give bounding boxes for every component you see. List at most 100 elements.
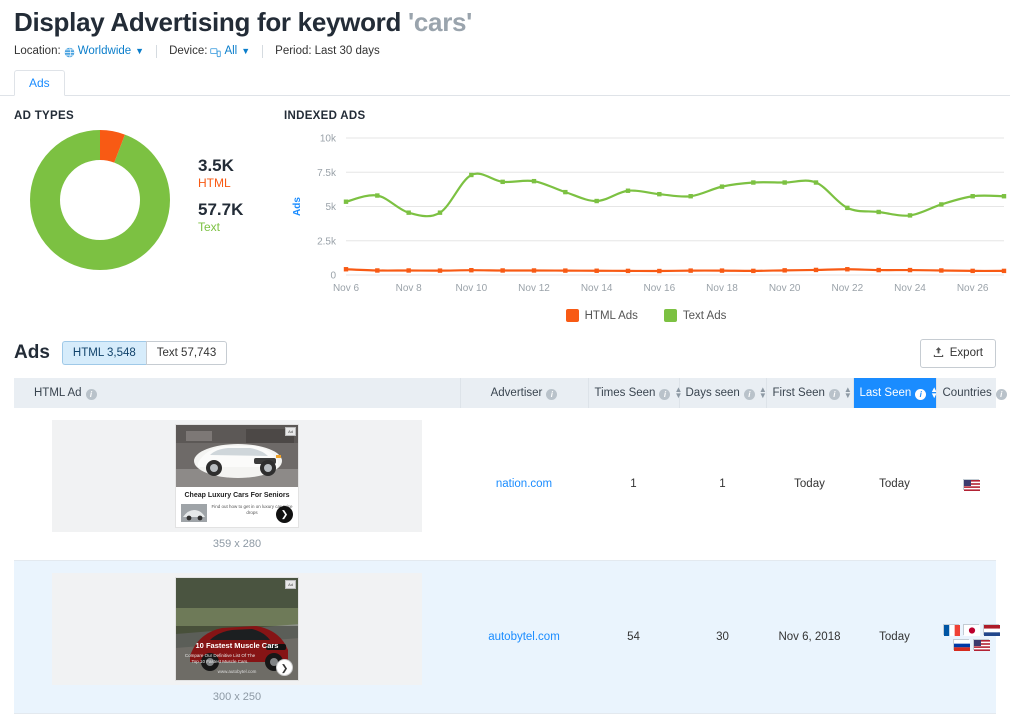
line-chart-svg: 02.5k5k7.5k10kAdsNov 6Nov 8Nov 10Nov 12N…: [284, 130, 1008, 305]
chevron-right-icon[interactable]: ❯: [276, 506, 293, 523]
info-icon[interactable]: i: [829, 389, 840, 400]
chart-legend: HTML Ads Text Ads: [284, 309, 1008, 322]
chevron-right-icon[interactable]: ❯: [276, 659, 293, 676]
flag-us-icon: [963, 479, 979, 490]
days-seen-cell: 30: [679, 561, 766, 714]
advertiser-link[interactable]: nation.com: [496, 478, 552, 490]
page-header: Display Advertising for keyword 'cars' L…: [0, 0, 1010, 59]
ad-preview-panel: Ad Cheap Luxury Cars For Seniors Find ou…: [52, 420, 422, 532]
page-title: Display Advertising for keyword 'cars': [14, 6, 996, 38]
advertiser-link[interactable]: autobytel.com: [488, 631, 560, 643]
device-value[interactable]: All: [224, 45, 237, 57]
ad-creative[interactable]: Ad Cheap Luxury Cars For Seniors Find ou…: [175, 424, 299, 528]
indexed-ads-panel: INDEXED ADS 02.5k5k7.5k10kAdsNov 6Nov 8N…: [272, 110, 1008, 322]
svg-text:Nov 26: Nov 26: [957, 283, 989, 294]
chevron-down-icon: ▼: [241, 46, 250, 56]
filters-bar: Location: Worldwide ▼ Device: All ▼ Peri…: [14, 43, 996, 59]
svg-text:Nov 8: Nov 8: [396, 283, 423, 294]
table-row[interactable]: Ad 10 Fastest Muscle Cars Compare Our De…: [14, 561, 996, 714]
ad-thumbnail: [181, 504, 207, 522]
toggle-text-ads[interactable]: Text 57,743: [146, 341, 227, 365]
flag-fr-icon: [943, 624, 959, 635]
svg-text:Nov 20: Nov 20: [769, 283, 801, 294]
export-button[interactable]: Export: [920, 339, 996, 368]
ad-type-toggle-group: HTML 3,548 Text 57,743: [62, 341, 227, 365]
svg-text:Ads: Ads: [292, 197, 303, 216]
period-value: Last 30 days: [315, 45, 380, 57]
ads-toolbar: Ads HTML 3,548 Text 57,743 Export: [0, 338, 1010, 368]
ad-creative[interactable]: Ad 10 Fastest Muscle Cars Compare Our De…: [175, 577, 299, 681]
sort-icon[interactable]: ▲▼: [930, 387, 938, 399]
column-label: Times Seen: [595, 387, 656, 399]
info-icon[interactable]: i: [744, 389, 755, 400]
device-filter[interactable]: Device: All ▼: [169, 45, 250, 57]
toggle-html-ads[interactable]: HTML 3,548: [62, 341, 146, 365]
ad-headline: Cheap Luxury Cars For Seniors: [181, 491, 293, 500]
tab-ads[interactable]: Ads: [14, 70, 65, 96]
column-header-days-seen[interactable]: Days seen i ▲▼: [679, 378, 766, 408]
flag-jp-icon: [963, 624, 979, 635]
ad-types-panel: AD TYPES 3.5K HTML 57.7K Text: [14, 110, 272, 322]
column-label: Days seen: [686, 387, 740, 399]
column-label: Countries: [943, 387, 992, 399]
svg-text:Nov 10: Nov 10: [455, 283, 487, 294]
column-header-times-seen[interactable]: Times Seeni ▲▼: [588, 378, 679, 408]
column-label: Last Seen: [860, 387, 912, 399]
last-seen-cell: Today: [853, 561, 936, 714]
svg-text:Nov 14: Nov 14: [581, 283, 613, 294]
advertiser-cell: autobytel.com: [460, 561, 588, 714]
ads-table: HTML Adi Advertiseri Times Seeni▲▼ Days …: [14, 378, 996, 714]
column-header-advertiser[interactable]: Advertiseri: [460, 378, 588, 408]
location-filter[interactable]: Location: Worldwide ▼: [14, 45, 144, 57]
times-seen-cell: 1: [588, 408, 679, 561]
device-label: Device:: [169, 45, 207, 57]
first-seen-cell: Today: [766, 408, 853, 561]
period-label: Period:: [275, 45, 311, 57]
donut-segment-text: [45, 145, 155, 255]
column-header-html-ad[interactable]: HTML Adi: [14, 378, 460, 408]
flag-us-icon: [973, 639, 989, 650]
ads-heading: Ads: [14, 342, 50, 364]
sort-icon[interactable]: ▲▼: [844, 387, 852, 399]
ad-types-title: AD TYPES: [14, 110, 272, 122]
ad-creative-cell[interactable]: Ad 10 Fastest Muscle Cars Compare Our De…: [14, 561, 460, 714]
legend-item-text-ads[interactable]: Text Ads: [664, 309, 726, 322]
ad-types-donut-chart: [30, 130, 170, 270]
ad-creative-cell[interactable]: Ad Cheap Luxury Cars For Seniors Find ou…: [14, 408, 460, 561]
column-header-countries[interactable]: Countriesi: [936, 378, 996, 408]
info-icon[interactable]: i: [546, 389, 557, 400]
indexed-ads-chart: 02.5k5k7.5k10kAdsNov 6Nov 8Nov 10Nov 12N…: [284, 130, 1008, 305]
info-icon[interactable]: i: [659, 389, 670, 400]
times-seen-cell: 54: [588, 561, 679, 714]
ad-types-content: 3.5K HTML 57.7K Text: [14, 130, 272, 270]
ads-table-body: Ad Cheap Luxury Cars For Seniors Find ou…: [14, 408, 996, 714]
legend-item-html-ads[interactable]: HTML Ads: [566, 309, 638, 322]
legend-label-text-ads: Text Ads: [683, 310, 726, 322]
sort-icon[interactable]: ▲▼: [674, 387, 682, 399]
info-icon[interactable]: i: [86, 389, 97, 400]
chevron-down-icon: ▼: [135, 46, 144, 56]
svg-text:Nov 24: Nov 24: [894, 283, 926, 294]
summary-panels: AD TYPES 3.5K HTML 57.7K Text INDEXED AD…: [0, 96, 1010, 322]
flag-ru-icon: [953, 639, 969, 650]
ad-image: Ad: [176, 425, 298, 487]
countries-cell: [936, 561, 996, 714]
svg-text:Nov 18: Nov 18: [706, 283, 738, 294]
devices-icon: [210, 47, 221, 58]
html-ads-value: 3.5K: [198, 156, 243, 176]
column-header-last-seen[interactable]: Last Seeni ▲▼: [853, 378, 936, 408]
tab-bar: Ads: [0, 70, 1010, 96]
column-header-first-seen[interactable]: First Seeni▲▼: [766, 378, 853, 408]
info-icon[interactable]: i: [996, 389, 1007, 400]
info-icon[interactable]: i: [915, 389, 926, 400]
column-label: Advertiser: [491, 387, 543, 399]
ad-description: Compare Our Definitive List Of The Top 1…: [182, 653, 258, 665]
location-value[interactable]: Worldwide: [78, 45, 131, 57]
location-label: Location:: [14, 45, 61, 57]
table-row[interactable]: Ad Cheap Luxury Cars For Seniors Find ou…: [14, 408, 996, 561]
svg-text:5k: 5k: [325, 202, 337, 213]
ad-headline: 10 Fastest Muscle Cars: [182, 641, 292, 650]
sort-icon[interactable]: ▲▼: [759, 387, 767, 399]
export-label: Export: [950, 347, 983, 359]
ad-preview-panel: Ad 10 Fastest Muscle Cars Compare Our De…: [52, 573, 422, 685]
